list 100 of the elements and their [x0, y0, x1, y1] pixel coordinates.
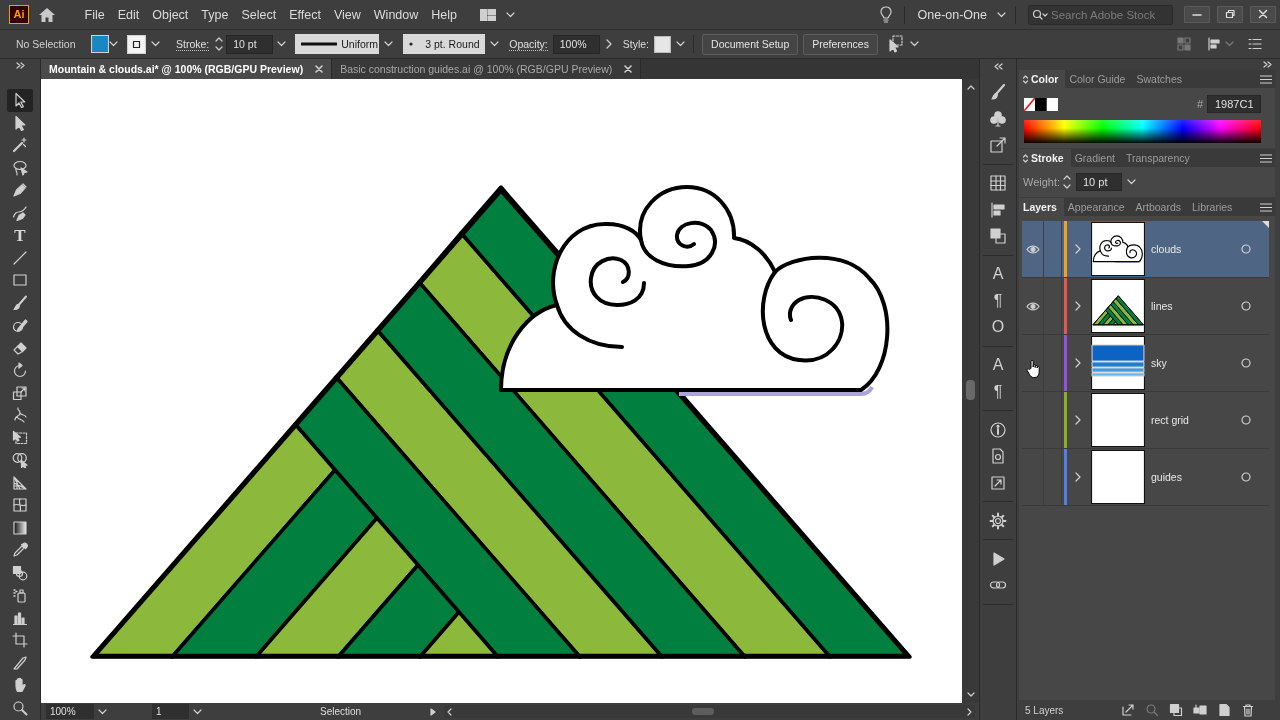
layer-row[interactable]: lines: [1022, 278, 1269, 335]
caret-icon[interactable]: [384, 41, 394, 47]
layer-row[interactable]: rect grid: [1022, 392, 1269, 449]
chevron-right-icon[interactable]: [1075, 244, 1081, 254]
caret-icon[interactable]: [1127, 179, 1136, 185]
updown-icon[interactable]: [1023, 153, 1028, 163]
document-icon[interactable]: [989, 447, 1007, 465]
menu-item[interactable]: File: [78, 7, 112, 22]
overlap-squares-icon[interactable]: [989, 227, 1007, 245]
expand-icon[interactable]: [15, 62, 25, 69]
stroke-profile-dropdown[interactable]: Uniform: [295, 34, 380, 54]
caret-icon[interactable]: [277, 41, 287, 47]
document-tab[interactable]: Basic construction guides.ai @ 100% (RGB/GPU Preview): [332, 59, 642, 79]
zoom-field[interactable]: 100%: [46, 704, 94, 719]
menu-item[interactable]: View: [327, 7, 368, 22]
opacity-field[interactable]: 100%: [552, 34, 600, 54]
small-squares-icon[interactable]: [1193, 703, 1207, 717]
search-field[interactable]: Search Adobe Stock: [1028, 4, 1173, 25]
info-icon[interactable]: [989, 420, 1007, 439]
panel-tab[interactable]: Transparency: [1121, 149, 1197, 167]
hex-field[interactable]: 1987C1: [1207, 95, 1261, 113]
tool-button[interactable]: T: [7, 224, 33, 247]
panel-tab[interactable]: Swatches: [1132, 70, 1189, 88]
panel-tab[interactable]: Stroke: [1019, 149, 1071, 167]
menu-item[interactable]: Window: [367, 7, 425, 22]
menu-item[interactable]: Effect: [282, 7, 328, 22]
caret-icon[interactable]: [997, 11, 1006, 18]
swatch-icon[interactable]: [1046, 97, 1058, 111]
layout-icon[interactable]: [479, 8, 496, 21]
panel-menu-icon[interactable]: [1260, 202, 1272, 212]
spinner-icon[interactable]: [214, 35, 225, 53]
panel-tab[interactable]: Appearance: [1063, 198, 1132, 216]
layer-row[interactable]: clouds: [1022, 221, 1269, 278]
brush-icon[interactable]: [989, 83, 1007, 101]
caret-icon[interactable]: [490, 41, 500, 47]
letter-icon[interactable]: A: [992, 265, 1004, 283]
align-left-icon[interactable]: [1207, 37, 1221, 51]
fill-swatch-icon[interactable]: [91, 35, 109, 53]
minimize-icon[interactable]: [1184, 6, 1210, 23]
export-icon[interactable]: [989, 136, 1007, 154]
stroke-swatch-icon[interactable]: [127, 34, 146, 54]
menu-item[interactable]: Object: [145, 7, 195, 22]
menu-icon[interactable]: [1248, 37, 1262, 51]
restore-icon[interactable]: [1217, 6, 1243, 23]
status-label[interactable]: Selection: [320, 706, 430, 717]
caret-icon[interactable]: [98, 708, 107, 715]
scrollbar-thumb[interactable]: [692, 708, 714, 715]
panel-tab[interactable]: Layers: [1019, 198, 1064, 216]
pilcrow-icon[interactable]: ¶: [993, 291, 1003, 310]
workspace-switcher[interactable]: One-on-One: [917, 7, 987, 22]
panel-menu-icon[interactable]: [1260, 153, 1272, 163]
stroke-weight-field[interactable]: 10 pt: [226, 34, 274, 54]
gear-icon[interactable]: [989, 511, 1007, 530]
spinner-icon[interactable]: [1062, 173, 1072, 191]
panel-menu-icon[interactable]: [1260, 74, 1272, 84]
preferences-button[interactable]: Preferences: [803, 33, 878, 55]
letter-icon[interactable]: A: [992, 356, 1004, 374]
panel-tab[interactable]: Color Guide: [1065, 70, 1133, 88]
color-spectrum[interactable]: [1024, 120, 1261, 143]
layer-row[interactable]: guides: [1022, 449, 1269, 506]
lightbulb-icon[interactable]: [879, 5, 892, 24]
close-icon[interactable]: [1250, 6, 1276, 23]
artboard-field[interactable]: 1: [152, 704, 189, 719]
vertical-scrollbar[interactable]: [962, 79, 979, 703]
tool-button[interactable]: [7, 89, 33, 112]
four-squares-icon[interactable]: [1177, 37, 1191, 51]
caret-icon[interactable]: [151, 41, 160, 47]
new-page-icon[interactable]: [1217, 703, 1231, 717]
collapse-icon[interactable]: [993, 62, 1003, 70]
chevron-right-icon[interactable]: [1075, 415, 1081, 425]
document-tab[interactable]: Mountain & clouds.ai* @ 100% (RGB/GPU Preview): [41, 59, 333, 79]
panel-tab[interactable]: Gradient: [1070, 149, 1122, 167]
caret-icon[interactable]: [193, 708, 202, 715]
home-icon[interactable]: [38, 6, 56, 23]
chevron-right-icon[interactable]: [1075, 301, 1081, 311]
scrollbar-thumb[interactable]: [966, 380, 975, 400]
menu-item[interactable]: Edit: [111, 7, 146, 22]
swatch-icon[interactable]: [1035, 97, 1046, 111]
opacity-link[interactable]: Opacity:: [509, 37, 548, 51]
target-circle-icon[interactable]: [1241, 358, 1251, 368]
caret-icon[interactable]: [505, 11, 515, 18]
grid-icon[interactable]: [989, 174, 1007, 192]
trash-icon[interactable]: [1241, 703, 1255, 717]
brush-dropdown[interactable]: 3 pt. Round: [403, 34, 486, 54]
target-circle-icon[interactable]: [1241, 244, 1251, 254]
chevron-right-icon[interactable]: [1075, 472, 1081, 482]
search-icon[interactable]: [1032, 8, 1048, 21]
menu-item[interactable]: Type: [194, 7, 235, 22]
overlap-squares-icon[interactable]: [1169, 703, 1183, 717]
panel-tab[interactable]: Color: [1019, 70, 1066, 88]
chevron-right-icon[interactable]: [605, 39, 612, 49]
document-setup-button[interactable]: Document Setup: [702, 33, 799, 55]
target-circle-icon[interactable]: [1241, 415, 1251, 425]
updown-icon[interactable]: [1023, 74, 1028, 84]
target-circle-icon[interactable]: [1241, 301, 1251, 311]
target-circle-icon[interactable]: [1241, 472, 1251, 482]
letter-icon[interactable]: O: [991, 318, 1005, 336]
club-icon[interactable]: [989, 109, 1007, 128]
layer-row[interactable]: sky: [1022, 335, 1269, 392]
menu-item[interactable]: Select: [234, 7, 283, 22]
